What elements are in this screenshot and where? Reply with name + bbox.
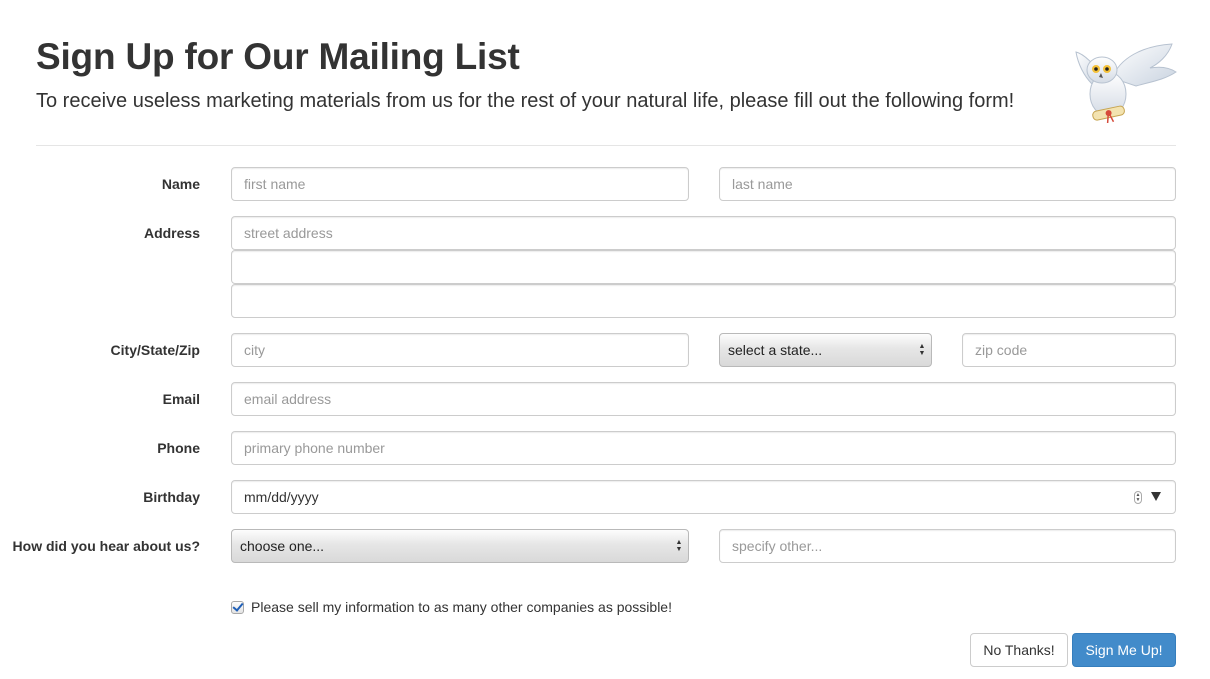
- specify-other-input[interactable]: [719, 529, 1176, 563]
- page-title: Sign Up for Our Mailing List: [36, 36, 520, 77]
- date-picker-dropdown-icon[interactable]: [1151, 492, 1161, 501]
- referral-select[interactable]: choose one... ▲ ▼: [231, 529, 689, 563]
- consent-checkbox[interactable]: [231, 600, 244, 614]
- address-label: Address: [143, 225, 200, 241]
- birthday-value: mm/dd/yyyy: [244, 489, 319, 505]
- email-label: Email: [162, 391, 200, 407]
- header-divider: [36, 145, 1176, 146]
- referral-label: How did you hear about us?: [12, 538, 200, 554]
- birthday-label: Birthday: [143, 489, 200, 505]
- consent-label[interactable]: Please sell my information to as many ot…: [251, 599, 672, 615]
- city-input[interactable]: [231, 333, 689, 367]
- first-name-input[interactable]: [231, 167, 689, 201]
- email-input[interactable]: [231, 382, 1176, 416]
- page-subtitle: To receive useless marketing materials f…: [36, 90, 1015, 112]
- phone-input[interactable]: [231, 431, 1176, 465]
- name-label: Name: [161, 176, 200, 192]
- city-state-zip-label: City/State/Zip: [110, 342, 200, 358]
- state-select[interactable]: select a state... ▲ ▼: [719, 333, 932, 367]
- select-arrows-icon: ▲ ▼: [675, 539, 683, 553]
- no-thanks-button[interactable]: No Thanks!: [970, 633, 1068, 667]
- signup-page: Sign Up for Our Mailing List To receive …: [0, 0, 1210, 679]
- date-spinner-icon[interactable]: ▲ ▼: [1134, 491, 1142, 504]
- state-select-value: select a state...: [728, 342, 823, 358]
- referral-select-value: choose one...: [240, 538, 325, 554]
- street-address-input[interactable]: [231, 216, 1176, 250]
- address-line2-input[interactable]: [231, 250, 1176, 284]
- owl-icon: [1075, 43, 1177, 124]
- consent-row: Please sell my information to as many ot…: [231, 599, 672, 615]
- zip-code-input[interactable]: [962, 333, 1176, 367]
- phone-label: Phone: [157, 440, 200, 456]
- select-arrows-icon: ▲ ▼: [918, 343, 926, 357]
- sign-me-up-button[interactable]: Sign Me Up!: [1072, 633, 1176, 667]
- birthday-date-input[interactable]: mm/dd/yyyy ▲ ▼: [231, 480, 1176, 514]
- last-name-input[interactable]: [719, 167, 1176, 201]
- address-line3-input[interactable]: [231, 284, 1176, 318]
